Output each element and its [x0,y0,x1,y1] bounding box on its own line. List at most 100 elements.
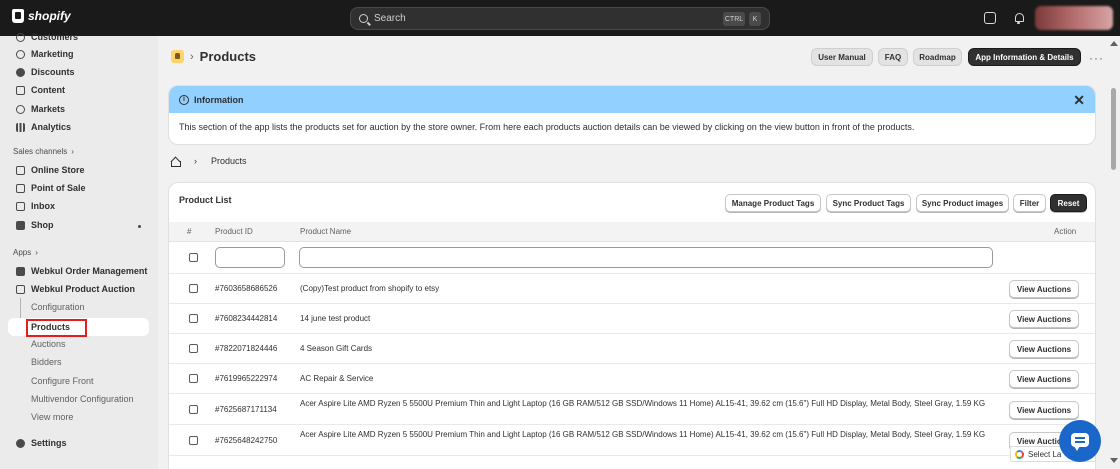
row-checkbox[interactable] [189,405,198,414]
globe-icon [16,104,25,114]
sync-product-tags-button[interactable]: Sync Product Tags [826,194,911,212]
sub-item-view-more[interactable]: View more [31,412,73,422]
store-switcher-icon[interactable] [984,12,996,24]
unread-dot [138,225,141,228]
app-icon [171,50,184,63]
sidebar-item-label: Customers [31,32,79,42]
row-checkbox[interactable] [189,344,198,353]
chat-widget-button[interactable] [1059,420,1101,462]
main-content: › Products User Manual FAQ Roadmap App I… [158,36,1108,469]
app-icon [16,266,25,276]
shopify-logo[interactable]: shopify [12,9,71,23]
more-actions-icon[interactable]: ··· [1089,51,1104,65]
search-input[interactable]: Search CTRL K [350,7,770,30]
breadcrumb-current: Products [211,156,247,166]
row-checkbox[interactable] [189,284,198,293]
view-auctions-button[interactable]: View Auctions [1009,310,1079,328]
page-header: › Products [171,49,256,64]
sidebar-item-markets[interactable]: Markets [16,102,65,116]
sidebar-item-settings[interactable]: Settings [16,436,67,450]
sidebar-item-label: Webkul Product Auction [31,284,136,294]
view-auctions-button[interactable]: View Auctions [1009,370,1079,388]
sidebar-item-label: Point of Sale [31,183,86,193]
select-all-checkbox[interactable] [189,253,198,262]
chevron-right-icon: › [190,50,194,63]
roadmap-button[interactable]: Roadmap [913,48,962,66]
sidebar-app-product-auction[interactable]: Webkul Product Auction [16,282,135,296]
user-manual-button[interactable]: User Manual [811,48,873,66]
product-id: #7625687171134 [215,405,277,414]
column-action: Action [1054,227,1077,236]
sub-item-configure-front[interactable]: Configure Front [31,376,94,386]
sidebar: Customers Marketing Discounts Content Ma… [0,32,158,469]
account-avatar[interactable] [1035,6,1113,30]
product-name: (Copy)Test product from shopify to etsy [300,284,440,293]
search-icon [359,14,368,23]
language-select-label: Select La [1028,449,1062,459]
product-id: #7619965222974 [215,374,278,383]
notification-bell-icon[interactable] [1013,12,1025,24]
sidebar-item-label: Shop [31,220,54,230]
sidebar-item-label: Settings [31,438,67,448]
product-name-filter-input[interactable] [299,247,993,268]
sidebar-app-order-management[interactable]: Webkul Order Management [16,264,147,278]
sub-item-configuration[interactable]: Configuration [31,302,85,312]
table-row: #7619965222974 AC Repair & Service View … [169,364,1095,394]
table-row: #7608234442814 14 june test product View… [169,304,1095,334]
table-row: #7625687171134 Acer Aspire Lite AMD Ryze… [169,394,1095,425]
shortcut-ctrl: CTRL [723,12,745,26]
filter-button[interactable]: Filter [1013,194,1046,212]
product-id: #7603658686526 [215,284,278,293]
person-icon [16,32,25,42]
row-checkbox[interactable] [189,314,198,323]
sidebar-item-marketing[interactable]: Marketing [16,47,74,61]
sidebar-item-content[interactable]: Content [16,83,65,97]
banner-header: i Information [169,86,1095,113]
sub-item-bidders[interactable]: Bidders [31,357,62,367]
card-title: Product List [179,195,232,205]
manage-product-tags-button[interactable]: Manage Product Tags [725,194,821,212]
sub-item-auctions[interactable]: Auctions [31,339,66,349]
chevron-right-icon: › [194,156,197,166]
home-icon[interactable] [170,157,181,167]
product-id: #7608234442814 [215,314,278,323]
shop-icon [16,220,25,230]
scroll-up-arrow-icon[interactable] [1110,41,1118,46]
scroll-down-arrow-icon[interactable] [1110,458,1118,463]
search-placeholder: Search [374,13,406,24]
page-scrollbar[interactable] [1108,36,1120,469]
content-icon [16,85,25,95]
sidebar-item-customers[interactable]: Customers [16,30,78,44]
sidebar-item-analytics[interactable]: Analytics [16,120,71,134]
reset-button[interactable]: Reset [1050,194,1087,212]
close-icon[interactable]: ✕ [1073,92,1085,109]
apps-heading[interactable]: Apps › [13,248,38,257]
view-auctions-button[interactable]: View Auctions [1009,340,1079,358]
breadcrumb: › Products [170,156,247,167]
product-id: #7625648242750 [215,436,278,445]
app-information-button[interactable]: App Information & Details [968,48,1081,66]
product-id: #7822071824446 [215,344,278,353]
sidebar-item-shop[interactable]: Shop [16,218,54,232]
pos-icon [16,183,25,193]
faq-button[interactable]: FAQ [878,48,908,66]
sidebar-item-inbox[interactable]: Inbox [16,199,55,213]
row-checkbox[interactable] [189,436,198,445]
chevron-right-icon: › [35,248,38,257]
sidebar-item-point-of-sale[interactable]: Point of Sale [16,181,86,195]
product-name: Acer Aspire Lite AMD Ryzen 5 5500U Premi… [300,399,986,408]
sidebar-item-discounts[interactable]: Discounts [16,65,75,79]
scroll-thumb[interactable] [1111,88,1116,170]
column-product-name: Product Name [300,227,352,236]
view-auctions-button[interactable]: View Auctions [1009,401,1079,419]
sub-item-multivendor[interactable]: Multivendor Configuration [31,394,134,404]
sidebar-item-label: Discounts [31,67,75,77]
information-banner: i Information ✕ This section of the app … [168,85,1096,145]
product-id-filter-input[interactable] [215,247,285,268]
row-checkbox[interactable] [189,374,198,383]
sidebar-item-online-store[interactable]: Online Store [16,163,85,177]
table-row: #7625648242750 Acer Aspire Lite AMD Ryze… [169,425,1095,456]
sales-channels-heading[interactable]: Sales channels › [13,147,74,156]
sync-product-images-button[interactable]: Sync Product images [916,194,1009,212]
view-auctions-button[interactable]: View Auctions [1009,280,1079,298]
